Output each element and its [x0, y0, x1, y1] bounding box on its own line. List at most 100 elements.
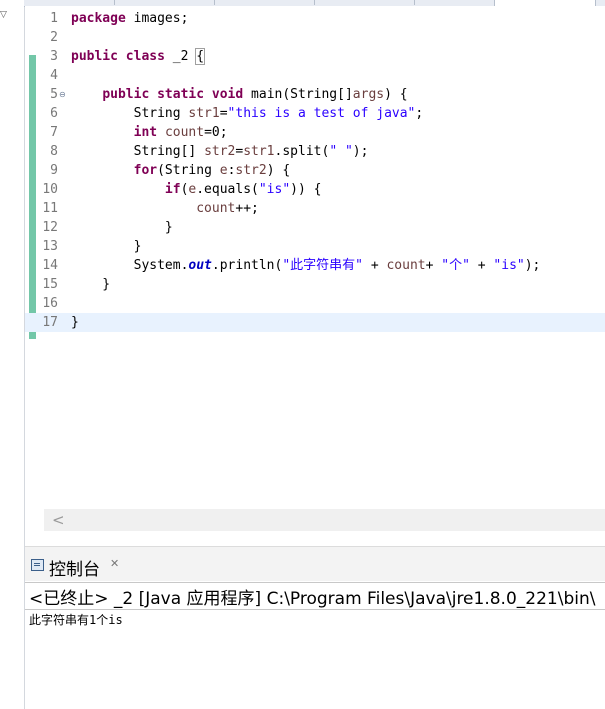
code-token: } — [71, 239, 142, 254]
console-tab-label: 控制台 — [49, 560, 100, 580]
code-token: } — [71, 277, 111, 292]
code-token: class — [125, 49, 165, 64]
code-line[interactable]: 1 package images; — [25, 9, 605, 28]
code-token: } — [71, 220, 173, 235]
code-token: .println( — [211, 258, 283, 273]
code-token: public — [102, 87, 150, 102]
code-token: ); — [352, 144, 369, 159]
line-number: 16 — [42, 296, 58, 311]
code-text[interactable]: } — [71, 313, 79, 332]
code-token: + — [363, 258, 387, 273]
code-text[interactable]: String str1="this is a test of java"; — [71, 104, 424, 123]
console-icon — [31, 559, 44, 571]
code-token: count — [196, 201, 236, 216]
code-token: str2 — [204, 144, 236, 159]
code-text[interactable]: public static void main(String[]args) { — [71, 85, 407, 104]
code-editor[interactable]: 1 package images; 2 3 public class _2 { 4 5 ⊖ p… — [25, 6, 605, 512]
code-token: )) { — [290, 182, 322, 197]
code-line[interactable]: 10 if(e.equals("is")) { — [25, 180, 605, 199]
code-token: int — [133, 125, 158, 140]
collapse-arrow-icon[interactable]: ▽ — [0, 10, 7, 20]
code-token: ) { — [266, 163, 291, 178]
code-text[interactable]: System.out.println("此字符串有" + count+ "个" … — [71, 256, 541, 275]
editor-tab-divider — [114, 0, 115, 5]
code-token: args — [352, 87, 385, 102]
code-token: void — [211, 87, 244, 102]
code-token: = — [219, 106, 228, 121]
code-line[interactable]: 6 String str1="this is a test of java"; — [25, 104, 605, 123]
code-text[interactable]: package images; — [71, 9, 188, 28]
code-token: (String — [157, 163, 220, 178]
code-token: "this is a test of java" — [227, 106, 416, 121]
line-number: 10 — [42, 182, 58, 197]
code-text[interactable]: String[] str2=str1.split(" "); — [71, 142, 369, 161]
console-process-label: <已终止> _2 [Java 应用程序] C:\Program Files\Ja… — [29, 589, 596, 609]
line-number: 13 — [42, 239, 58, 254]
code-token: public — [71, 49, 118, 64]
close-icon[interactable]: ✕ — [110, 557, 119, 570]
code-token: String — [71, 106, 189, 121]
line-number: 14 — [42, 258, 58, 273]
code-text[interactable]: if(e.equals("is")) { — [71, 180, 322, 199]
line-number: 2 — [50, 30, 58, 45]
code-token: String[] — [71, 144, 205, 159]
code-token: ++; — [235, 201, 259, 216]
code-line[interactable]: 8 String[] str2=str1.split(" "); — [25, 142, 605, 161]
line-number: 6 — [50, 106, 58, 121]
code-token: " " — [329, 144, 353, 159]
code-token: } — [71, 315, 79, 330]
code-line[interactable]: 3 public class _2 { — [25, 47, 605, 66]
editor-tab-divider — [214, 0, 215, 5]
code-token: count — [164, 125, 205, 140]
code-line[interactable]: 12 } — [25, 218, 605, 237]
line-number: 17 — [42, 315, 58, 330]
code-line[interactable]: 4 — [25, 66, 605, 85]
code-line[interactable]: 14 System.out.println("此字符串有" + count+ "… — [25, 256, 605, 275]
code-line[interactable]: 11 count++; — [25, 199, 605, 218]
code-token: str1 — [188, 106, 220, 121]
line-number: 4 — [50, 68, 58, 83]
code-token: .split( — [274, 144, 330, 159]
code-token: + — [469, 258, 494, 273]
code-line[interactable]: 7 int count=0; — [25, 123, 605, 142]
line-number: 1 — [50, 11, 58, 26]
code-line[interactable]: 13 } — [25, 237, 605, 256]
code-line[interactable]: 9 for(String e:str2) { — [25, 161, 605, 180]
scroll-left-icon[interactable]: < — [52, 510, 65, 530]
code-line[interactable]: 16 — [25, 294, 605, 313]
code-token: _2 — [164, 49, 197, 64]
code-token: ); — [524, 258, 541, 273]
editor-tab-divider — [314, 0, 315, 5]
fold-toggle-icon[interactable]: ⊖ — [59, 85, 66, 104]
code-line[interactable]: 2 — [25, 28, 605, 47]
horizontal-scrollbar[interactable]: < — [44, 509, 605, 531]
code-text[interactable]: int count=0; — [71, 123, 228, 142]
code-token: if — [164, 182, 181, 197]
code-token: System. — [71, 258, 189, 273]
code-token: for — [133, 163, 158, 178]
code-text[interactable]: } — [71, 275, 110, 294]
code-token: .equals( — [196, 182, 259, 197]
code-token: "is" — [493, 258, 525, 273]
code-token: str1 — [243, 144, 275, 159]
code-token: + — [425, 258, 442, 273]
code-line[interactable]: 15 } — [25, 275, 605, 294]
code-text[interactable]: public class _2 { — [71, 47, 206, 66]
line-number: 3 — [50, 49, 58, 64]
code-text[interactable]: } — [71, 237, 142, 256]
code-line[interactable]: 5 ⊖ public static void main(String[]args)… — [25, 85, 605, 104]
code-text[interactable]: count++; — [71, 199, 259, 218]
console-process-header: <已终止> _2 [Java 应用程序] C:\Program Files\Ja… — [25, 582, 605, 610]
code-line[interactable]: 17} — [25, 313, 605, 332]
code-token: =0; — [204, 125, 228, 140]
code-text[interactable]: for(String e:str2) { — [71, 161, 291, 180]
code-token: out — [188, 258, 212, 273]
line-number: 5 — [50, 87, 58, 102]
code-text[interactable]: } — [71, 218, 173, 237]
